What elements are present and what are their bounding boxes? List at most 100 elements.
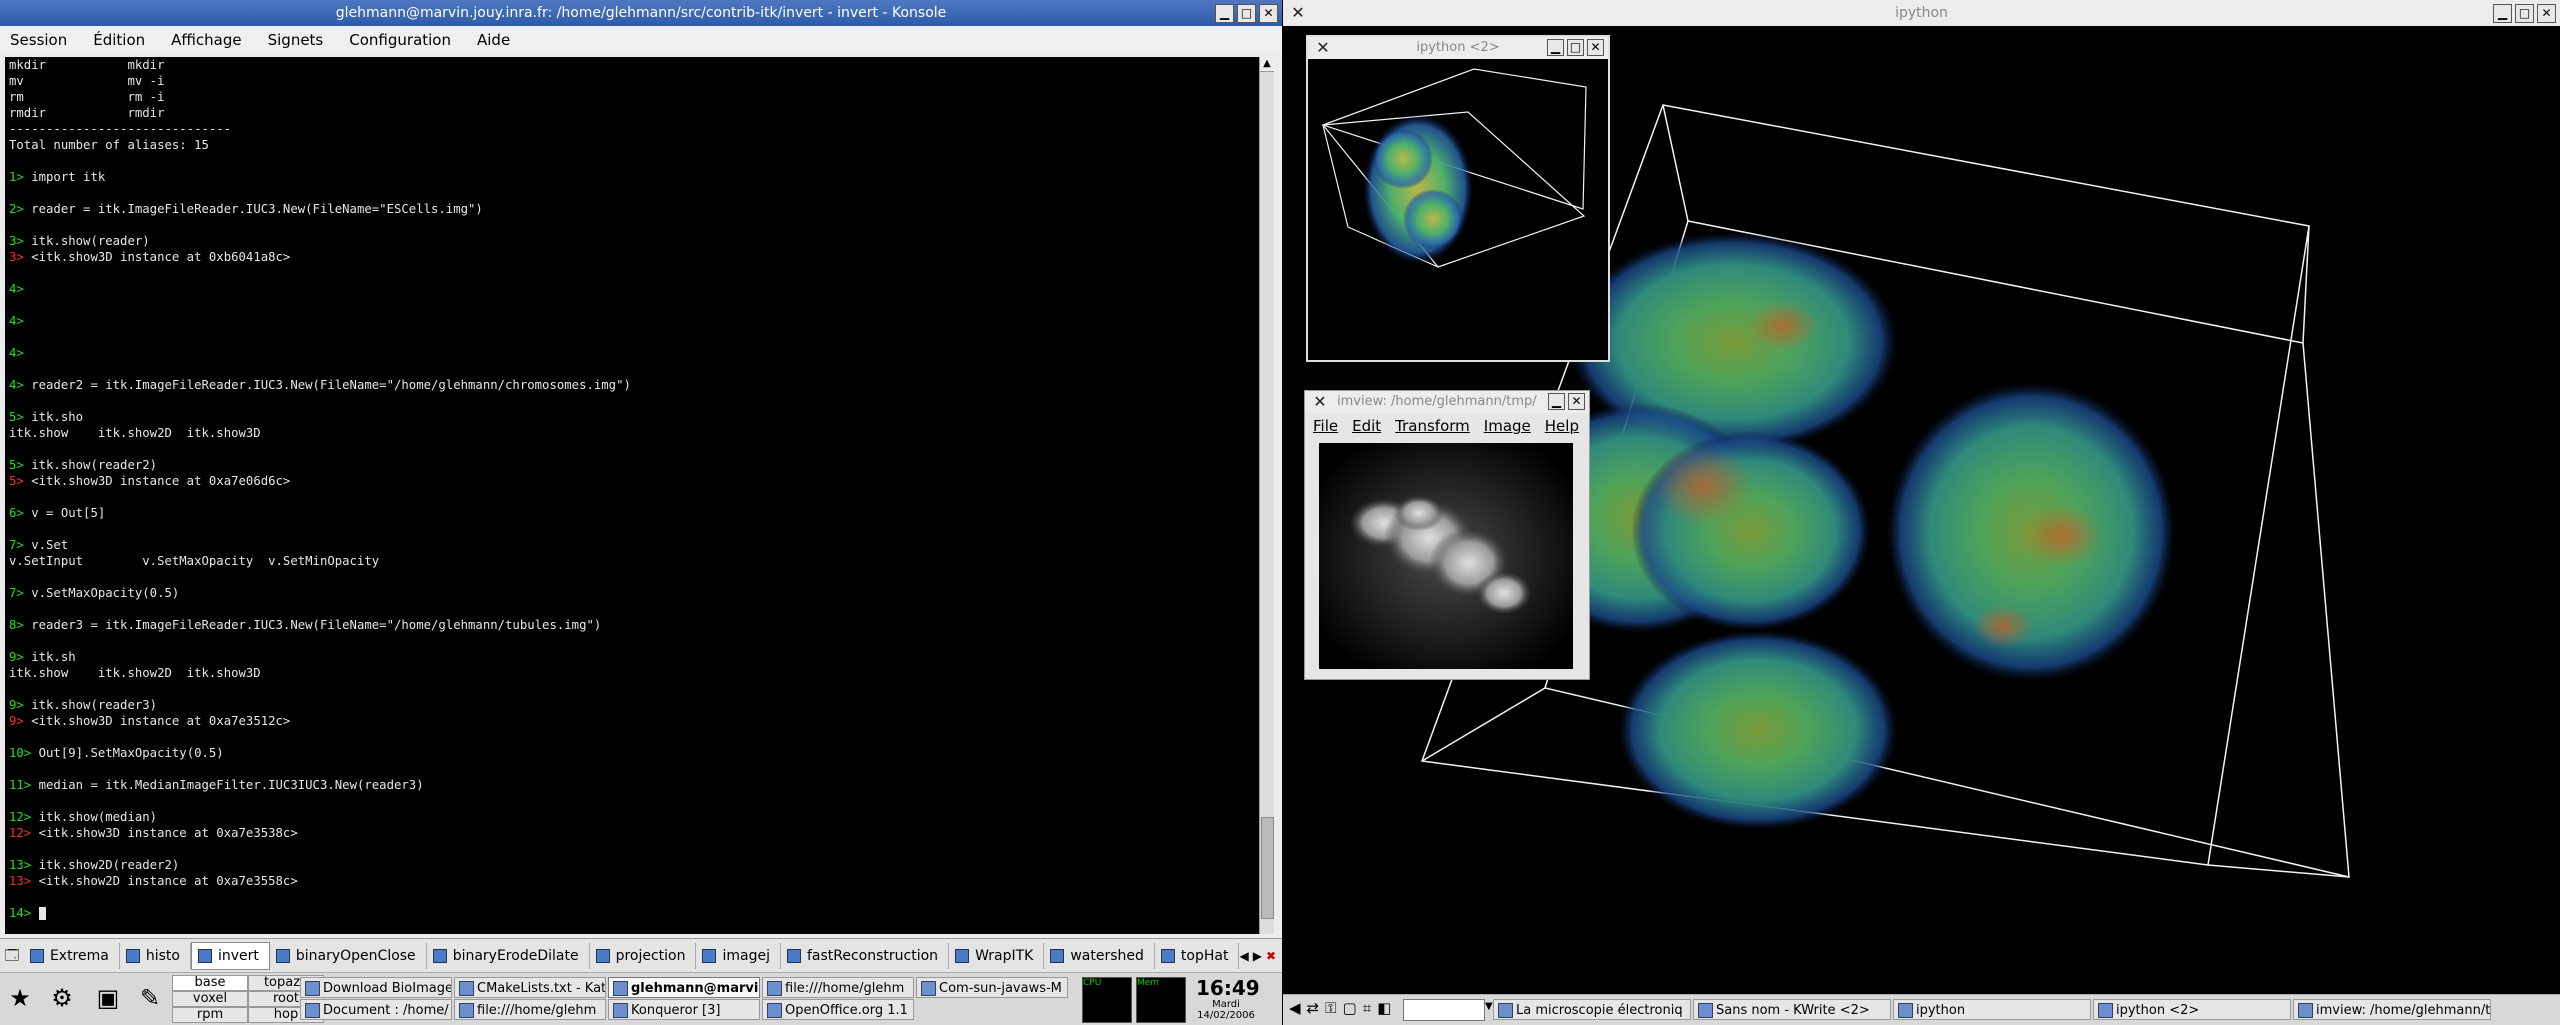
taskbar-item-label: Sans nom - KWrite <2> — [1716, 1003, 1870, 1018]
menu-aide[interactable]: Aide — [477, 31, 510, 49]
taskbar-item[interactable]: La microscopie électroniq — [1493, 999, 1691, 1020]
scrollbar-thumb[interactable] — [1261, 817, 1274, 919]
taskbar-item[interactable]: file:///home/glehm — [454, 999, 606, 1020]
taskbar-item-label: glehmann@marvi — [631, 981, 759, 996]
line-text: itk.show(reader2) — [23, 458, 158, 472]
line-text: <itk.show3D instance at 0xa7e3538c> — [31, 826, 298, 840]
close-button[interactable]: ✕ — [1587, 39, 1604, 56]
prompt-number: 14> — [9, 906, 32, 920]
tab-watershed[interactable]: watershed — [1044, 943, 1155, 969]
desktop-rpm[interactable]: rpm — [172, 1007, 248, 1023]
app-icon — [1898, 1003, 1913, 1018]
terminal-line: 9> itk.sh — [5, 649, 1259, 665]
taskbar-item[interactable]: ipython <2> — [2093, 999, 2291, 1020]
chevron-left-icon[interactable]: ◀ — [1239, 949, 1248, 963]
volume-render-view-small[interactable] — [1308, 59, 1608, 360]
menu-affichage[interactable]: Affichage — [171, 31, 241, 49]
minimize-button[interactable]: ▁ — [1215, 4, 1234, 23]
lock-icon[interactable]: ⚿ — [1325, 999, 1336, 1017]
taskbar-item[interactable]: Download BioImage — [300, 977, 452, 998]
tab-binaryerodedilate[interactable]: binaryErodeDilate — [427, 943, 590, 969]
tab-binaryopenclose[interactable]: binaryOpenClose — [270, 943, 427, 969]
command-input[interactable] — [1403, 999, 1485, 1021]
window-title: glehmann@marvin.jouy.inra.fr: /home/gleh… — [335, 5, 947, 21]
minimize-button[interactable]: ▁ — [2493, 4, 2512, 23]
home-icon[interactable]: ⚙ — [44, 979, 80, 1017]
menu-transform[interactable]: Transform — [1395, 417, 1470, 435]
color-icon[interactable]: ◧ — [1377, 999, 1391, 1017]
speaker-icon[interactable]: ◀ — [1289, 999, 1301, 1017]
app-icon — [921, 981, 936, 996]
tab-label: Extrema — [49, 948, 109, 964]
menu-configuration[interactable]: Configuration — [349, 31, 451, 49]
taskbar-item-label: Konqueror [3] — [631, 1003, 721, 1018]
maximize-button[interactable]: □ — [2515, 4, 2534, 23]
imview-titlebar[interactable]: ✕ imview: /home/glehmann/tmp/ ▁ ✕ — [1305, 391, 1589, 413]
prompt-number: 7> — [9, 586, 24, 600]
app-icon — [613, 981, 628, 996]
kmenu-star-icon[interactable]: ★ — [2, 979, 38, 1017]
terminal-output[interactable]: mkdir mkdir mv mv -i rm rm -i rmdir rmdir --… — [5, 57, 1259, 934]
window-icon[interactable]: ▢ — [1343, 999, 1357, 1017]
taskbar-item[interactable]: Sans nom - KWrite <2> — [1693, 999, 1891, 1020]
clock[interactable]: 16:49 Mardi 14/02/2006 — [1196, 977, 1260, 1021]
desktop-base[interactable]: base — [172, 975, 248, 991]
tab-tophat[interactable]: topHat — [1155, 943, 1240, 969]
konsole-titlebar[interactable]: glehmann@marvin.jouy.inra.fr: /home/gleh… — [0, 0, 1282, 26]
close-button[interactable]: ✕ — [1568, 393, 1585, 410]
menu-help[interactable]: Help — [1545, 417, 1579, 435]
menu-edit[interactable]: Edit — [1352, 417, 1381, 435]
terminal-icon[interactable]: ▣ — [90, 979, 126, 1017]
tab-extrema[interactable]: Extrema — [24, 943, 120, 969]
ipython2-titlebar[interactable]: ✕ ipython <2> ▁ □ ✕ — [1308, 37, 1608, 59]
line-text: import itk — [23, 170, 106, 184]
minimize-button[interactable]: ▁ — [1547, 39, 1564, 56]
minimize-button[interactable]: ▁ — [1548, 393, 1565, 410]
taskbar-item-label: CMakeLists.txt - Kat — [477, 981, 606, 996]
close-button[interactable]: ✕ — [1259, 4, 1278, 23]
terminal-line: 4> — [5, 281, 1259, 297]
close-button[interactable]: ✕ — [2537, 4, 2556, 23]
close-tab-icon[interactable]: ✖ — [1266, 949, 1276, 963]
taskbar-item[interactable]: OpenOffice.org 1.1 — [762, 999, 914, 1020]
menu-image[interactable]: Image — [1484, 417, 1531, 435]
taskbar-item[interactable]: ipython — [1893, 999, 2091, 1020]
maximize-button[interactable]: □ — [1237, 4, 1256, 23]
menu-edition[interactable]: Édition — [93, 31, 145, 49]
prompt-number: 4> — [9, 282, 24, 296]
ruler-icon[interactable]: ⌗ — [1363, 999, 1371, 1017]
grayscale-image-view[interactable] — [1319, 443, 1573, 669]
scroll-up-icon[interactable]: ▲ — [1260, 57, 1274, 72]
chevron-right-icon[interactable]: ▶ — [1253, 949, 1262, 963]
tools-icon[interactable]: ✎ — [132, 979, 168, 1017]
maximize-button[interactable]: □ — [1567, 39, 1584, 56]
taskbar-item[interactable]: imview: /home/glehmann/t — [2293, 999, 2491, 1020]
tab-label: fastReconstruction — [806, 948, 939, 964]
taskbar-item[interactable]: CMakeLists.txt - Kat — [454, 977, 606, 998]
menu-file[interactable]: File — [1313, 417, 1338, 435]
network-icon[interactable]: ⇄ — [1307, 999, 1320, 1017]
menubar: Session Édition Affichage Signets Config… — [0, 26, 1282, 54]
tab-fastreconstruction[interactable]: fastReconstruction — [781, 943, 950, 969]
new-session-icon[interactable]: 🗔 — [2, 945, 22, 967]
terminal-scrollbar[interactable]: ▲ — [1259, 57, 1274, 934]
line-text: <itk.show3D instance at 0xa7e06d6c> — [23, 474, 291, 488]
taskbar-item[interactable]: glehmann@marvi — [608, 977, 760, 998]
ipython-titlebar[interactable]: ✕ ipython ▁ □ ✕ — [1283, 0, 2560, 26]
tab-histo[interactable]: histo — [120, 943, 191, 969]
taskbar-item[interactable]: Konqueror [3] — [608, 999, 760, 1020]
taskbar-item[interactable]: Com-sun-javaws-M — [916, 977, 1068, 998]
tab-projection[interactable]: projection — [590, 943, 697, 969]
desktop-voxel[interactable]: voxel — [172, 991, 248, 1007]
tab-invert[interactable]: invert — [190, 942, 270, 970]
terminal-line: 7> v.SetMaxOpacity(0.5) — [5, 585, 1259, 601]
chevron-down-icon[interactable]: ▼ — [1485, 1001, 1493, 1012]
tab-imagej[interactable]: imagej — [696, 943, 781, 969]
menu-signets[interactable]: Signets — [268, 31, 324, 49]
taskbar-item[interactable]: file:///home/glehm — [762, 977, 914, 998]
close-icon[interactable]: ✕ — [1311, 393, 1329, 411]
tab-wrapitk[interactable]: WrapITK — [949, 943, 1045, 969]
menu-session[interactable]: Session — [10, 31, 67, 49]
taskbar-item[interactable]: Document : /home/ — [300, 999, 452, 1020]
